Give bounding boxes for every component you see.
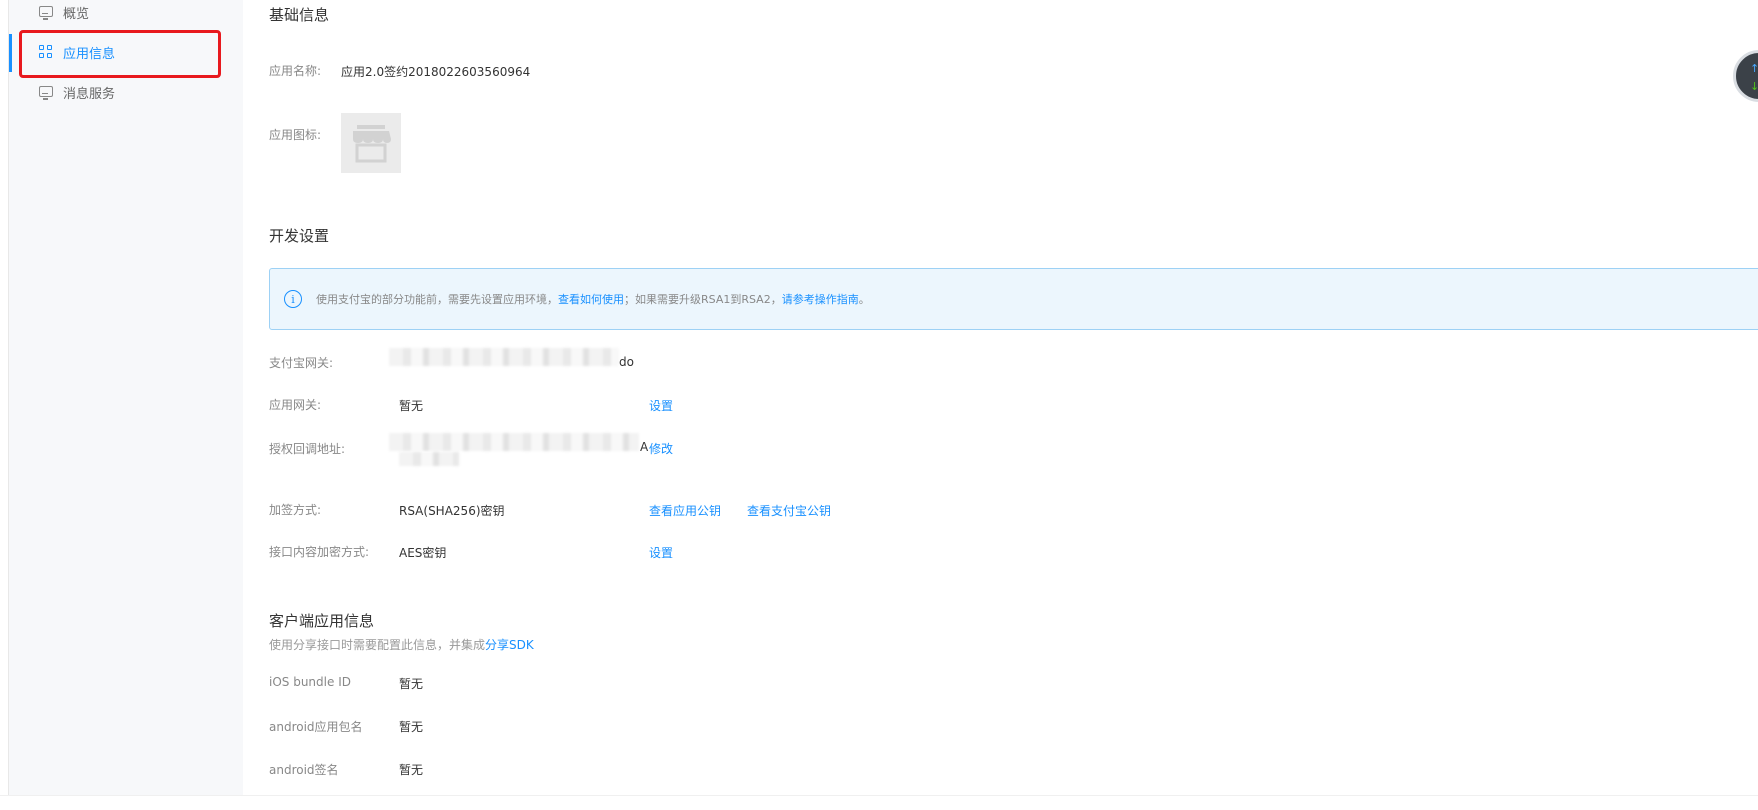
section-title-basic-info: 基础信息 bbox=[269, 6, 330, 24]
how-to-use-link[interactable]: 查看如何使用 bbox=[558, 291, 624, 307]
android-signature-label: android签名 bbox=[269, 763, 339, 777]
floating-speed-widget[interactable]: ↑ ↓ bbox=[1733, 50, 1758, 102]
app-gateway-label: 应用网关: bbox=[269, 398, 322, 412]
sidebar: 概览 应用信息 消息服务 bbox=[8, 0, 243, 795]
redacted-callback bbox=[389, 433, 639, 451]
subtitle-text: 使用分享接口时需要配置此信息，并集成 bbox=[269, 638, 486, 652]
download-arrow-icon: ↓ bbox=[1750, 80, 1758, 93]
gateway-value-tail: do bbox=[619, 355, 634, 369]
android-package-label: android应用包名 bbox=[269, 720, 363, 734]
android-package-value: 暂无 bbox=[399, 720, 424, 734]
gateway-label: 支付宝网关: bbox=[269, 356, 334, 370]
app-gateway-value: 暂无 bbox=[399, 399, 424, 413]
grid-icon bbox=[39, 45, 53, 59]
upload-arrow-icon: ↑ bbox=[1750, 62, 1758, 75]
callback-label: 授权回调地址: bbox=[269, 442, 346, 456]
sidebar-item-app-info[interactable]: 应用信息 bbox=[9, 32, 244, 72]
share-sdk-link[interactable]: 分享SDK bbox=[485, 638, 534, 652]
callback-value-tail: A bbox=[640, 440, 649, 454]
divider bbox=[0, 795, 1758, 796]
app-icon-label: 应用图标: bbox=[269, 128, 322, 142]
callback-edit-link[interactable]: 修改 bbox=[649, 440, 673, 457]
encrypt-value: AES密钥 bbox=[399, 546, 447, 560]
sidebar-item-label: 概览 bbox=[63, 6, 90, 22]
info-banner: i 使用支付宝的部分功能前，需要先设置应用环境， 查看如何使用 ；如果需要升级R… bbox=[269, 268, 1758, 330]
monitor-icon bbox=[39, 85, 53, 100]
section-title-client-info: 客户端应用信息 bbox=[269, 612, 375, 630]
app-gateway-set-link[interactable]: 设置 bbox=[649, 397, 673, 414]
section-title-dev-settings: 开发设置 bbox=[269, 227, 330, 245]
banner-text: 。 bbox=[858, 293, 870, 306]
sidebar-item-label: 应用信息 bbox=[63, 46, 116, 62]
sign-label: 加签方式: bbox=[269, 503, 322, 517]
ios-bundle-value: 暂无 bbox=[399, 677, 424, 691]
view-app-public-key-link[interactable]: 查看应用公钥 bbox=[649, 502, 721, 519]
android-signature-value: 暂无 bbox=[399, 763, 424, 777]
sidebar-item-overview[interactable]: 概览 bbox=[9, 0, 244, 32]
info-icon: i bbox=[284, 290, 302, 308]
encrypt-set-link[interactable]: 设置 bbox=[649, 544, 673, 561]
app-name-value: 应用2.0签约2018022603560964 bbox=[341, 65, 531, 79]
store-icon bbox=[353, 125, 391, 163]
sign-value: RSA(SHA256)密钥 bbox=[399, 504, 505, 518]
banner-text: 使用支付宝的部分功能前，需要先设置应用环境， bbox=[316, 293, 558, 306]
sidebar-item-label: 消息服务 bbox=[63, 86, 116, 102]
client-info-subtitle: 使用分享接口时需要配置此信息，并集成分享SDK bbox=[269, 636, 534, 653]
ios-bundle-label: iOS bundle ID bbox=[269, 675, 351, 689]
redacted-gateway bbox=[389, 348, 619, 366]
app-name-label: 应用名称: bbox=[269, 64, 322, 78]
redacted-callback bbox=[399, 452, 459, 466]
app-icon[interactable] bbox=[341, 113, 401, 173]
view-alipay-public-key-link[interactable]: 查看支付宝公钥 bbox=[747, 502, 831, 519]
monitor-icon bbox=[39, 5, 53, 20]
banner-text: ；如果需要升级RSA1到RSA2， bbox=[624, 293, 782, 306]
guide-link[interactable]: 请参考操作指南 bbox=[782, 291, 859, 307]
sidebar-item-message-service[interactable]: 消息服务 bbox=[9, 72, 244, 112]
encrypt-label: 接口内容加密方式: bbox=[269, 545, 370, 559]
